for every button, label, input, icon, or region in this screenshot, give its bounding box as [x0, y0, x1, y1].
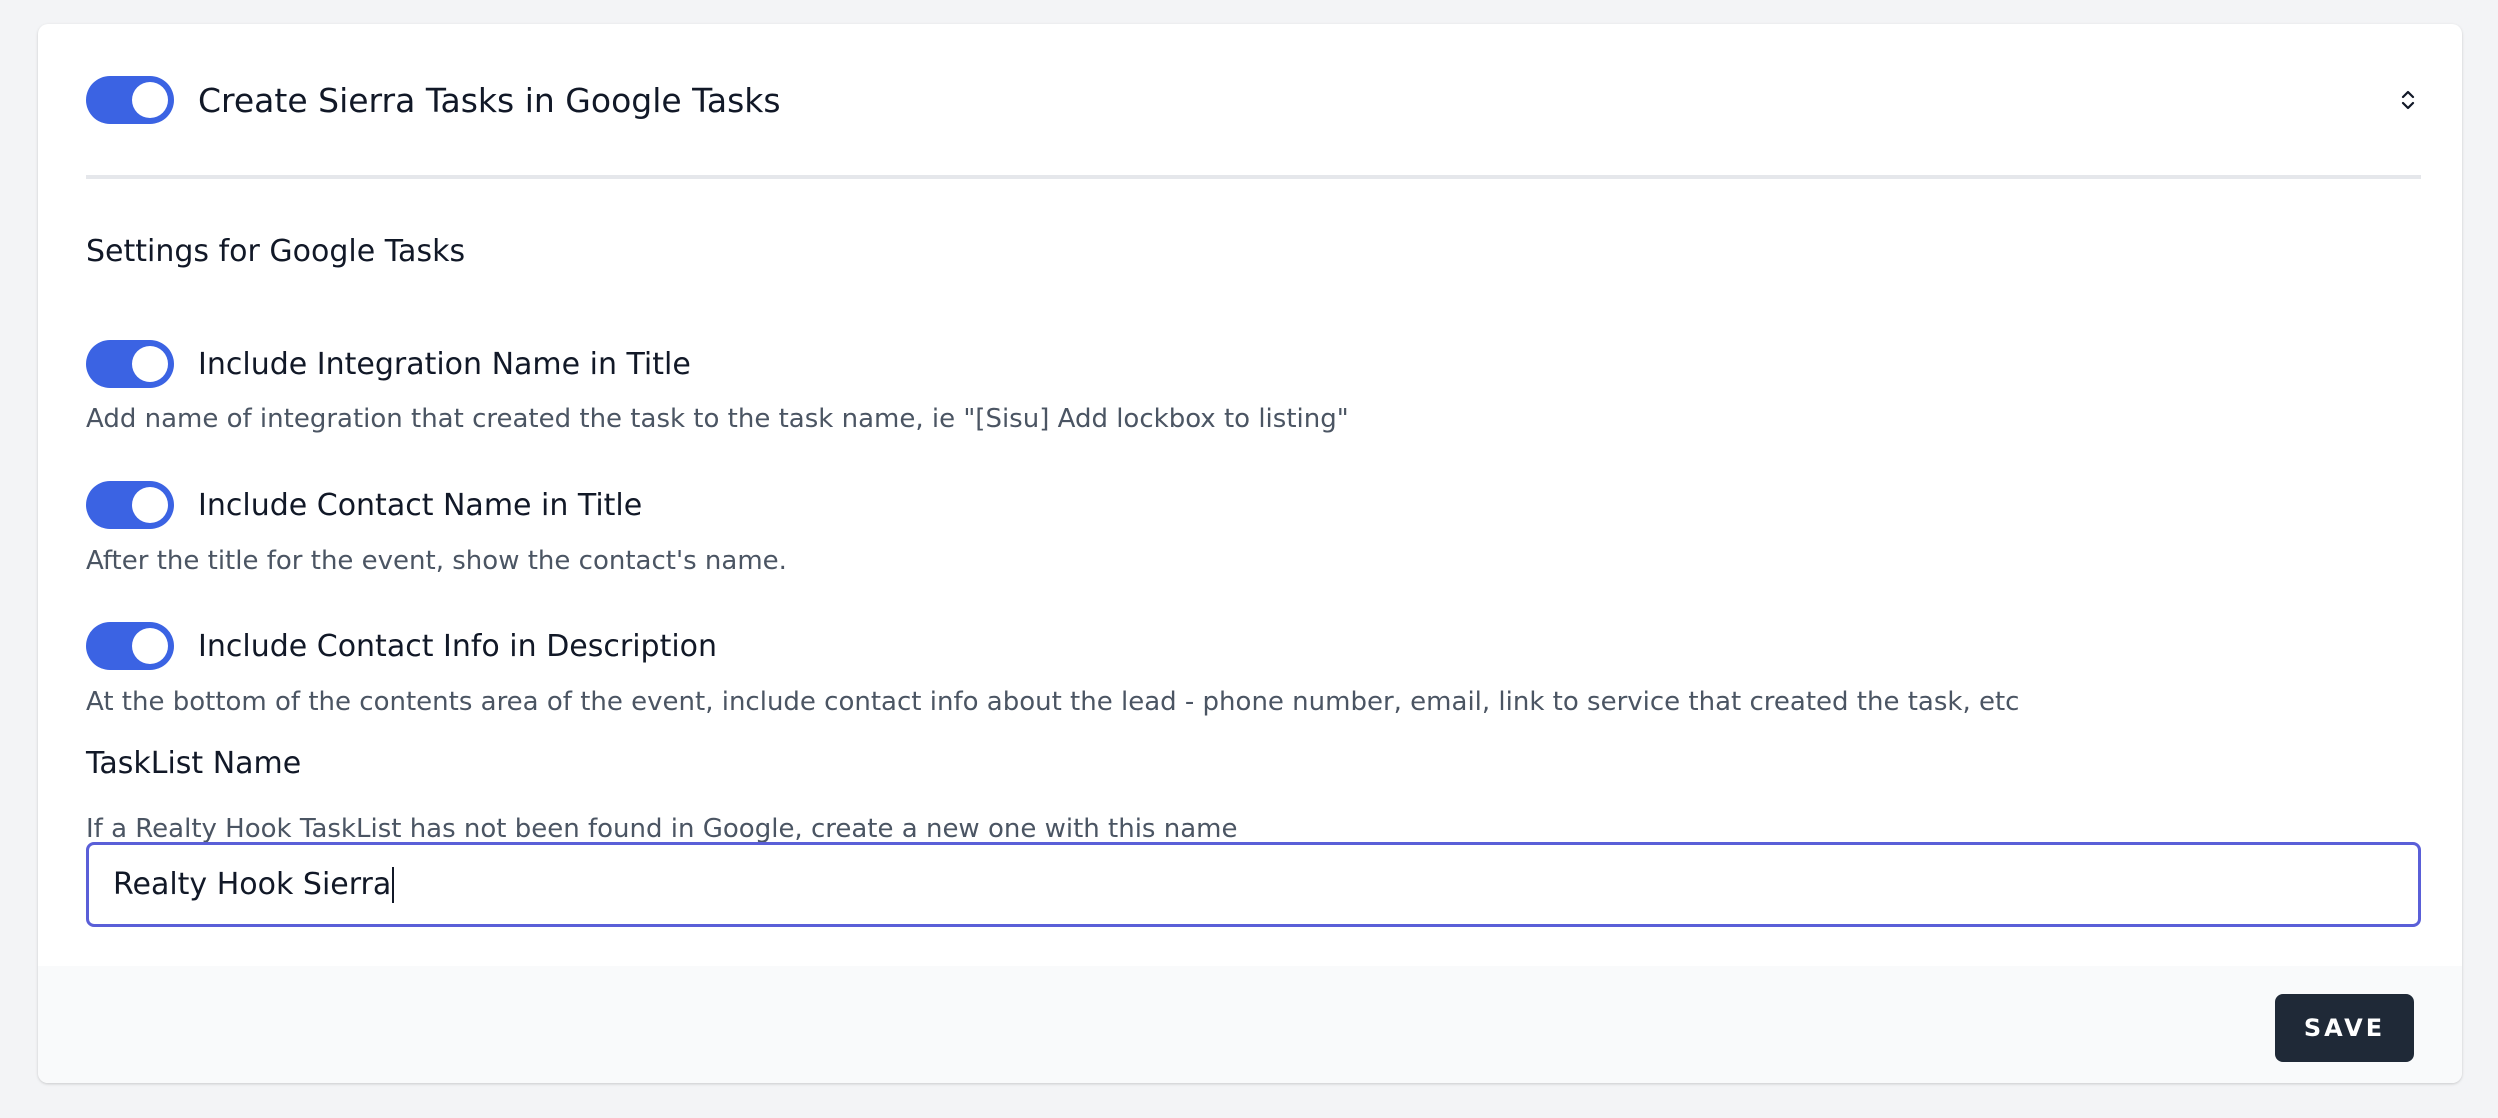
- toggle-knob: [132, 628, 168, 664]
- option-label: Include Contact Name in Title: [198, 487, 643, 523]
- option-label: Include Integration Name in Title: [198, 346, 691, 382]
- integration-header: Create Sierra Tasks in Google Tasks: [86, 75, 2421, 125]
- option-label: Include Contact Info in Description: [198, 628, 718, 664]
- option-contact-info: Include Contact Info in Description: [86, 621, 717, 671]
- header-divider: [86, 175, 2421, 179]
- tasklist-name-label: TaskList Name: [86, 746, 302, 781]
- card-body: Create Sierra Tasks in Google Tasks Sett…: [86, 24, 2421, 966]
- toggle-knob: [132, 346, 168, 382]
- option-integration-name: Include Integration Name in Title: [86, 339, 691, 389]
- option-description: At the bottom of the contents area of th…: [86, 687, 2020, 717]
- contact-info-toggle[interactable]: [86, 622, 174, 670]
- toggle-knob: [132, 82, 168, 118]
- integration-title: Create Sierra Tasks in Google Tasks: [198, 80, 781, 120]
- tasklist-help-text: If a Realty Hook TaskList has not been f…: [86, 814, 1238, 844]
- card-footer: SAVE: [38, 966, 2462, 1083]
- option-contact-name: Include Contact Name in Title: [86, 480, 642, 530]
- text-caret: [392, 866, 395, 903]
- chevron-up-down-icon[interactable]: [2395, 87, 2421, 113]
- settings-section-title: Settings for Google Tasks: [86, 234, 466, 269]
- option-description: Add name of integration that created the…: [86, 404, 1349, 434]
- save-button[interactable]: SAVE: [2275, 994, 2414, 1062]
- settings-card: Create Sierra Tasks in Google Tasks Sett…: [38, 24, 2462, 1083]
- tasklist-name-input[interactable]: Realty Hook Sierra: [86, 842, 2421, 927]
- option-description: After the title for the event, show the …: [86, 546, 787, 576]
- toggle-knob: [132, 487, 168, 523]
- main-integration-toggle[interactable]: [86, 76, 174, 124]
- contact-name-toggle[interactable]: [86, 481, 174, 529]
- tasklist-name-value: Realty Hook Sierra: [113, 867, 392, 902]
- integration-name-toggle[interactable]: [86, 340, 174, 388]
